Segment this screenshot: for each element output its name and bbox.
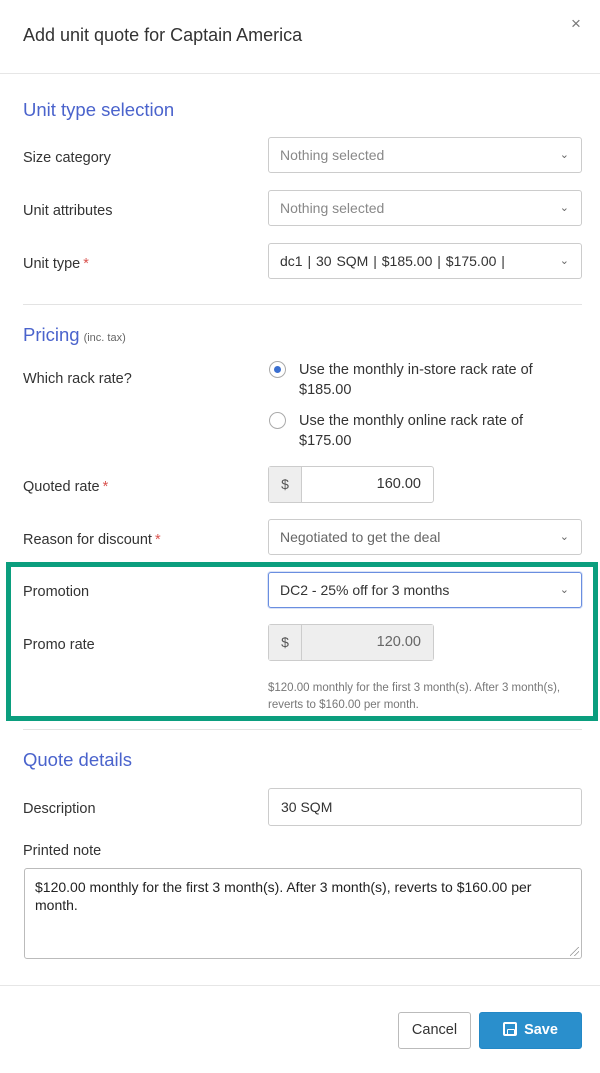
save-button-label: Save: [524, 1022, 558, 1038]
quoted-rate-value[interactable]: 160.00: [302, 467, 433, 502]
description-value: 30 SQM: [281, 799, 333, 815]
radio-instore-rate[interactable]: [269, 361, 286, 378]
printed-note-label: Printed note: [23, 843, 102, 859]
section-divider: [23, 729, 582, 730]
discount-reason-value: Negotiated to get the deal: [280, 529, 441, 545]
chevron-down-icon: ⌄: [559, 202, 569, 214]
close-icon[interactable]: ×: [566, 14, 586, 34]
section-title-unit-type: Unit type selection: [23, 99, 175, 120]
chevron-down-icon: ⌄: [559, 531, 569, 543]
unit-attributes-value: Nothing selected: [280, 200, 385, 216]
cancel-button[interactable]: Cancel: [398, 1012, 471, 1049]
currency-addon: $: [269, 467, 302, 502]
radio-instore-rate-label[interactable]: Use the monthly in-store rack rate of $1…: [299, 360, 574, 400]
radio-online-rate-label[interactable]: Use the monthly online rack rate of $175…: [299, 411, 574, 451]
section-title-pricing: Pricing (inc. tax): [23, 324, 126, 346]
size-category-select[interactable]: Nothing selected ⌄: [268, 137, 582, 173]
quoted-rate-label: Quoted rate *: [23, 479, 108, 495]
save-icon: [503, 1022, 518, 1036]
description-input[interactable]: 30 SQM: [268, 788, 582, 826]
unit-type-label: Unit type *: [23, 256, 89, 272]
chevron-down-icon: ⌄: [559, 149, 569, 161]
discount-reason-label: Reason for discount *: [23, 532, 161, 548]
pricing-subtitle: (inc. tax): [83, 332, 126, 344]
unit-attributes-select[interactable]: Nothing selected ⌄: [268, 190, 582, 226]
modal-header: Add unit quote for Captain America ×: [0, 0, 600, 74]
resize-handle-icon[interactable]: [570, 947, 579, 956]
promotion-highlight-box: [6, 562, 598, 721]
footer-divider: [0, 985, 600, 986]
pricing-title: Pricing: [23, 324, 80, 345]
chevron-down-icon: ⌄: [559, 255, 569, 267]
section-divider: [23, 304, 582, 305]
section-title-quote-details: Quote details: [23, 749, 133, 770]
discount-reason-select[interactable]: Negotiated to get the deal ⌄: [268, 519, 582, 555]
unit-type-select[interactable]: dc1 | 30 SQM | $185.00 | $175.00 | ⌄: [268, 243, 582, 279]
rack-rate-label: Which rack rate?: [23, 371, 132, 387]
unit-type-value: dc1 | 30 SQM | $185.00 | $175.00 |: [280, 253, 505, 269]
radio-online-rate[interactable]: [269, 412, 286, 429]
required-mark: *: [102, 479, 109, 495]
save-button[interactable]: Save: [479, 1012, 582, 1049]
unit-attributes-label: Unit attributes: [23, 203, 113, 219]
modal-title: Add unit quote for Captain America: [23, 25, 303, 45]
size-category-label: Size category: [23, 150, 111, 166]
required-mark: *: [83, 256, 89, 272]
printed-note-value: $120.00 monthly for the first 3 month(s)…: [35, 879, 532, 913]
description-label: Description: [23, 801, 96, 817]
quoted-rate-label-text: Quoted rate: [23, 479, 100, 495]
unit-type-label-text: Unit type: [23, 256, 81, 272]
printed-note-textarea[interactable]: $120.00 monthly for the first 3 month(s)…: [24, 868, 582, 959]
discount-reason-label-text: Reason for discount: [23, 532, 152, 548]
required-mark: *: [154, 532, 161, 548]
size-category-value: Nothing selected: [280, 147, 385, 163]
quoted-rate-input[interactable]: $ 160.00: [268, 466, 434, 503]
